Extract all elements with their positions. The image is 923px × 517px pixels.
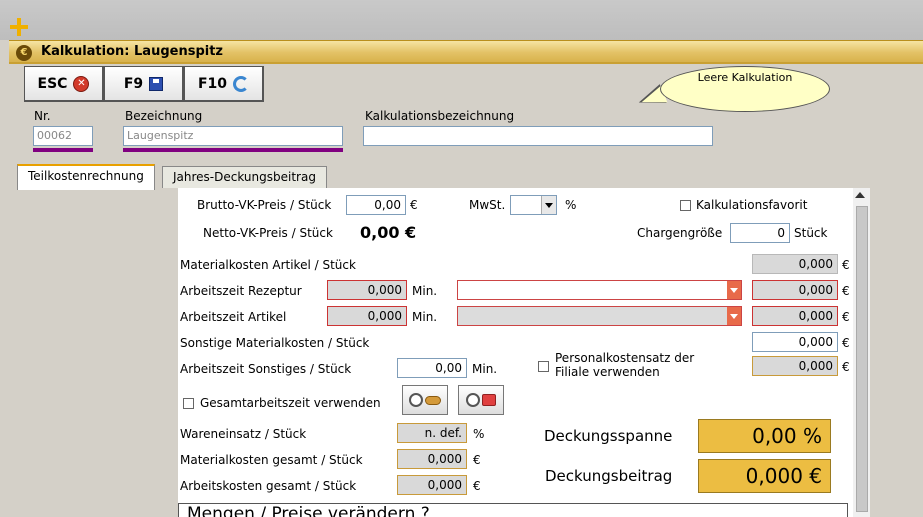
chevron-down-icon[interactable] (541, 196, 556, 214)
deckungsbeitrag-value: 0,000 € (698, 459, 831, 493)
esc-label: ESC (37, 75, 68, 92)
f10-button[interactable]: F10 (184, 66, 264, 102)
kalkulationsbezeichnung-label: Kalkulationsbezeichnung (365, 109, 515, 123)
personal-euro: € (842, 360, 850, 374)
mengen-preise-title: Mengen / Preise verändern ? (187, 504, 430, 517)
mwst-label: MwSt. (469, 198, 506, 212)
bread-icon (425, 395, 441, 405)
f10-label: F10 (197, 75, 228, 92)
netto-value: 0,00 € (360, 223, 417, 242)
az-rezeptur-label: Arbeitszeit Rezeptur (180, 284, 302, 298)
deckungsspanne-value: 0,00 % (698, 419, 831, 453)
tooltip-bubble: Leere Kalkulation (660, 66, 830, 112)
mengen-preise-box: Mengen / Preise verändern ? (178, 503, 848, 517)
bezeichnung-label: Bezeichnung (125, 109, 203, 123)
sonst-mat-euro: € (842, 336, 850, 350)
f9-label: F9 (123, 75, 144, 92)
mat-gesamt-value: 0,000 (397, 449, 467, 469)
mat-gesamt-euro: € (473, 453, 481, 467)
az-artikel-unit: Min. (412, 310, 438, 324)
az-rezeptur-value: 0,000 (327, 280, 407, 300)
chevron-down-icon[interactable] (727, 281, 741, 299)
az-artikel-label: Arbeitszeit Artikel (180, 310, 287, 324)
tab-teilkostenrechnung[interactable]: Teilkostenrechnung (17, 164, 155, 190)
mat-artikel-euro: € (842, 258, 850, 272)
personal-label: Personalkostensatz der Filiale verwenden (555, 351, 695, 379)
nr-field[interactable]: 00062 (33, 126, 93, 146)
sonst-mat-input[interactable]: 0,000 (752, 332, 838, 352)
netto-label: Netto-VK-Preis / Stück (203, 226, 333, 240)
arbeit-gesamt-label: Arbeitskosten gesamt / Stück (180, 479, 357, 493)
favorit-label: Kalkulationsfavorit (696, 198, 808, 212)
az-artikel-select[interactable] (457, 306, 742, 326)
mat-artikel-label: Materialkosten Artikel / Stück (180, 258, 356, 272)
az-rezeptur-unit: Min. (412, 284, 438, 298)
az-sonst-unit: Min. (472, 362, 498, 376)
personal-checkbox[interactable] (538, 361, 549, 372)
f9-button[interactable]: F9 (104, 66, 184, 102)
az-sonst-input[interactable]: 0,00 (397, 358, 467, 378)
clock-bread-button[interactable] (402, 385, 448, 415)
wareneinsatz-value: n. def. (397, 423, 467, 443)
scroll-thumb[interactable] (856, 206, 868, 512)
charge-unit: Stück (794, 226, 828, 240)
az-rezeptur-euro: € (842, 284, 850, 298)
deckungsbeitrag-label: Deckungsbeitrag (545, 467, 673, 485)
mwst-select[interactable] (510, 195, 557, 215)
favorit-checkbox[interactable] (680, 200, 691, 211)
personal-value: 0,000 (752, 356, 838, 376)
nr-label: Nr. (34, 109, 51, 123)
mat-artikel-value: 0,000 (752, 254, 838, 274)
mwst-percent: % (565, 198, 577, 212)
az-artikel-euro: € (842, 310, 850, 324)
wareneinsatz-label: Wareneinsatz / Stück (180, 427, 307, 441)
left-gutter (18, 188, 178, 517)
brutto-label: Brutto-VK-Preis / Stück (197, 198, 332, 212)
window-title: Kalkulation: Laugenspitz (41, 44, 223, 59)
wareneinsatz-percent: % (473, 427, 485, 441)
sonst-mat-label: Sonstige Materialkosten / Stück (180, 336, 370, 350)
mat-gesamt-label: Materialkosten gesamt / Stück (180, 453, 363, 467)
right-gutter (871, 188, 923, 517)
az-artikel-value: 0,000 (327, 306, 407, 326)
scroll-up-icon[interactable] (855, 192, 865, 198)
esc-button[interactable]: ESC ✕ (24, 66, 104, 102)
az-sonst-label: Arbeitszeit Sonstiges / Stück (180, 362, 352, 376)
bezeichnung-field[interactable]: Laugenspitz (123, 126, 343, 146)
cake-icon (482, 394, 496, 406)
az-rezeptur-cost: 0,000 (752, 280, 838, 300)
refresh-icon (233, 75, 250, 92)
charge-label: Chargengröße (637, 226, 723, 240)
gesamt-checkbox[interactable] (183, 398, 194, 409)
az-rezeptur-select[interactable] (457, 280, 742, 300)
nr-underline (33, 148, 93, 152)
clock-cake-button[interactable] (458, 385, 504, 415)
bezeichnung-underline (123, 148, 343, 152)
brutto-euro: € (410, 198, 418, 212)
plus-icon[interactable] (10, 18, 28, 36)
window-titlebar: € Kalkulation: Laugenspitz (9, 40, 923, 64)
deckungsspanne-label: Deckungsspanne (544, 427, 673, 445)
close-icon: ✕ (73, 75, 90, 92)
save-icon (149, 76, 164, 91)
kalkulationsbezeichnung-field[interactable] (363, 126, 713, 146)
gesamt-label: Gesamtarbeitszeit verwenden (200, 396, 381, 410)
clock-icon (466, 393, 480, 407)
arbeit-gesamt-value: 0,000 (397, 475, 467, 495)
arbeit-gesamt-euro: € (473, 479, 481, 493)
charge-input[interactable]: 0 (730, 223, 790, 243)
clock-icon (409, 393, 423, 407)
euro-icon: € (16, 45, 32, 61)
top-strip (0, 0, 923, 40)
tab-jahres-deckungsbeitrag[interactable]: Jahres-Deckungsbeitrag (162, 166, 327, 188)
brutto-input[interactable]: 0,00 (346, 195, 406, 215)
chevron-down-icon[interactable] (727, 307, 741, 325)
az-artikel-cost: 0,000 (752, 306, 838, 326)
